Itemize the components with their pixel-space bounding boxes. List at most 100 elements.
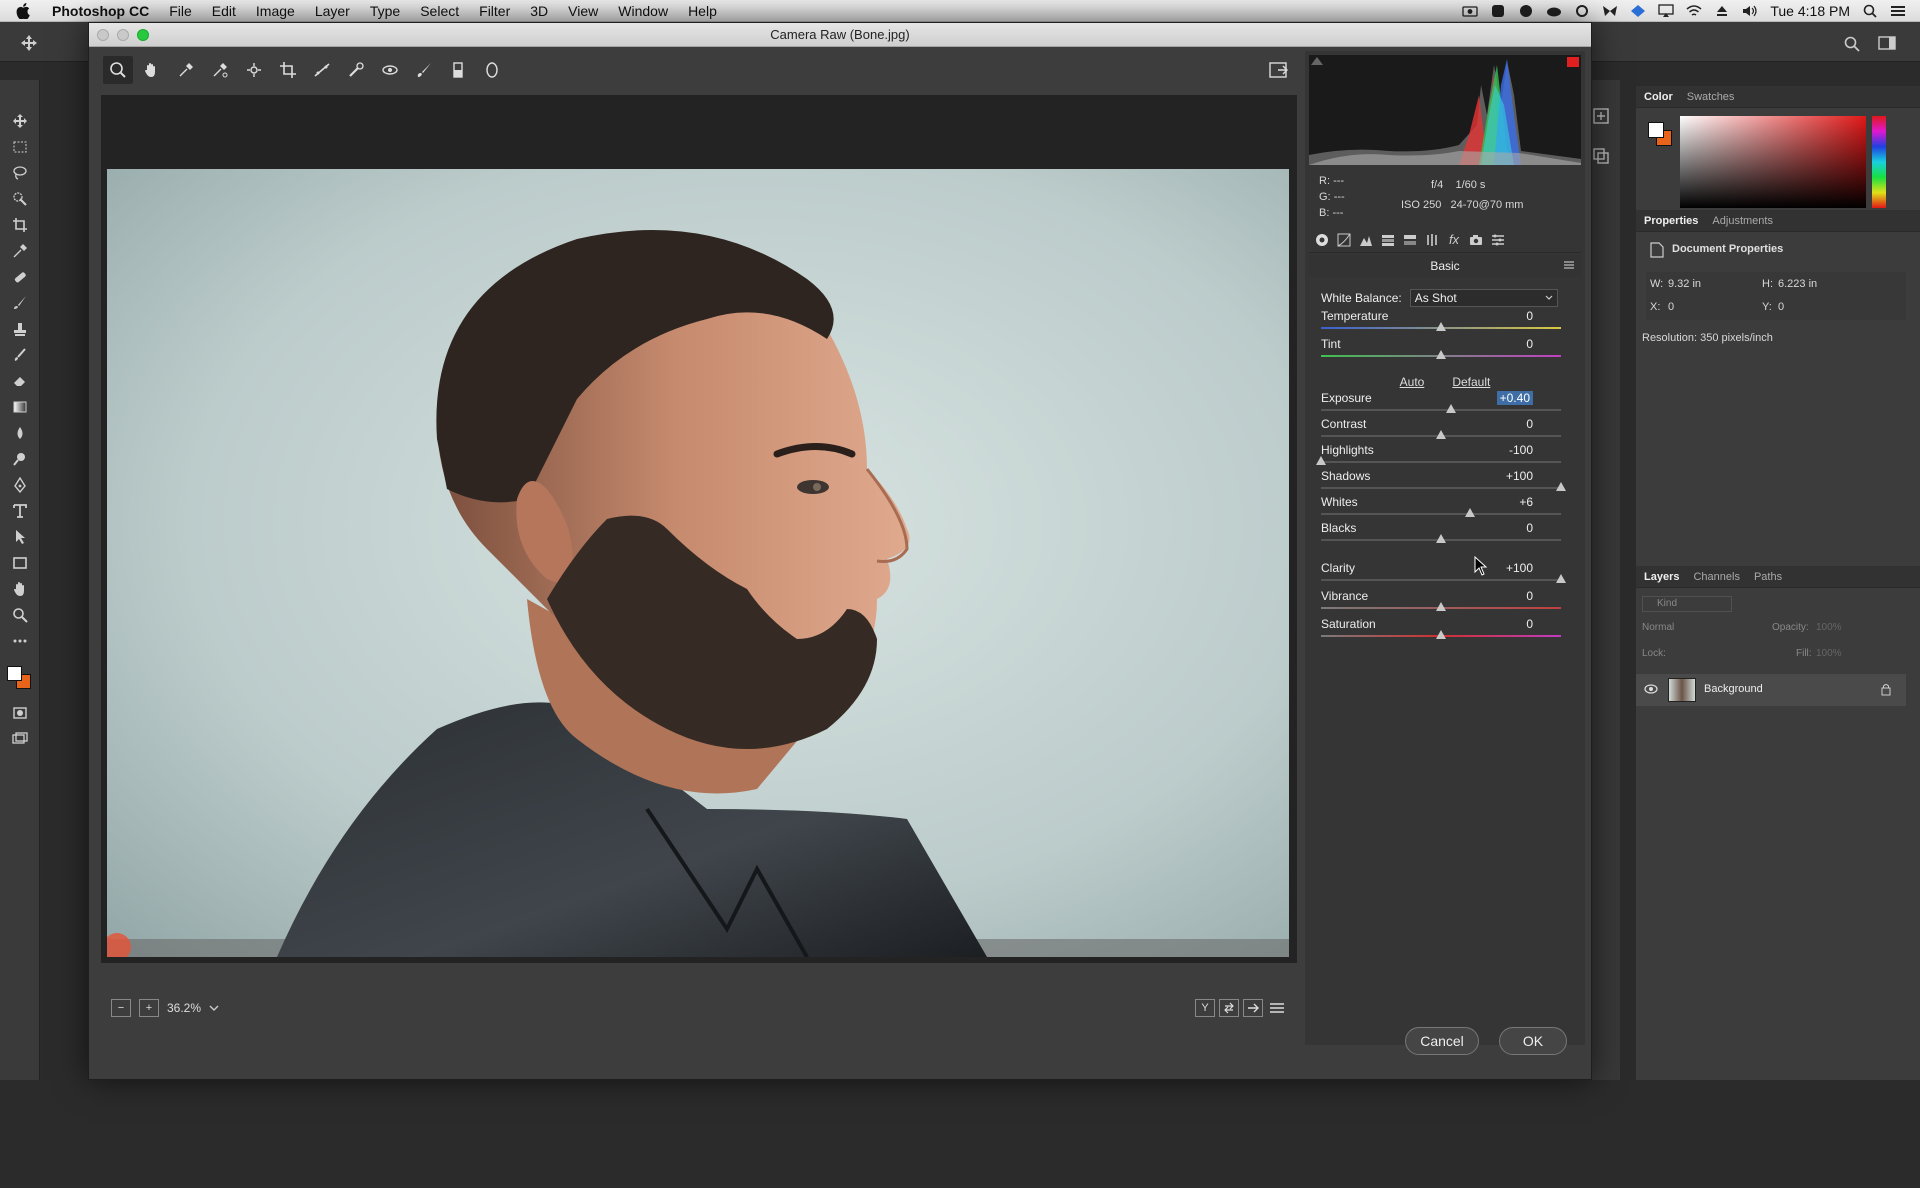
- slider-value[interactable]: +6: [1499, 495, 1533, 509]
- spotlight-icon[interactable]: [1862, 4, 1878, 18]
- extension-icon[interactable]: [1574, 4, 1590, 18]
- adjustment-brush-tool-icon[interactable]: [409, 56, 439, 84]
- workspace-icon[interactable]: [1878, 36, 1896, 50]
- foreground-color-swatch[interactable]: [7, 666, 22, 681]
- dropbox-icon[interactable]: [1630, 4, 1646, 18]
- menu-3d[interactable]: 3D: [520, 3, 558, 19]
- preview-preferences-icon[interactable]: [1267, 999, 1287, 1017]
- menu-window[interactable]: Window: [608, 3, 678, 19]
- clock[interactable]: Tue 4:18 PM: [1770, 3, 1850, 19]
- bg-color-swatch[interactable]: [1648, 122, 1664, 138]
- tab-color[interactable]: Color: [1644, 91, 1673, 103]
- slider-saturation[interactable]: Saturation 0: [1321, 617, 1569, 645]
- slider-track[interactable]: [1321, 513, 1561, 515]
- slider-value[interactable]: +0.40: [1496, 391, 1533, 405]
- eyedropper-tool-icon[interactable]: [0, 238, 40, 264]
- slider-blacks[interactable]: Blacks 0: [1321, 521, 1569, 549]
- targeted-adjustment-tool-icon[interactable]: [239, 56, 269, 84]
- slider-track[interactable]: [1321, 579, 1561, 581]
- panel-menu-icon[interactable]: [1563, 260, 1575, 270]
- menu-select[interactable]: Select: [410, 3, 469, 19]
- slider-clarity[interactable]: Clarity +100: [1321, 561, 1569, 589]
- preview-image[interactable]: [107, 169, 1289, 957]
- slider-whites[interactable]: Whites +6: [1321, 495, 1569, 523]
- zoom-out-icon[interactable]: −: [111, 999, 131, 1017]
- copy-settings-icon[interactable]: [1243, 999, 1263, 1017]
- zoom-window-button[interactable]: [137, 29, 149, 41]
- slider-contrast[interactable]: Contrast 0: [1321, 417, 1569, 445]
- highlight-clipping-indicator[interactable]: [1567, 57, 1579, 67]
- slider-thumb[interactable]: [1556, 574, 1566, 583]
- color-sampler-tool-icon[interactable]: [205, 56, 235, 84]
- ok-button[interactable]: OK: [1499, 1027, 1567, 1055]
- tab-hsl-icon[interactable]: [1379, 231, 1397, 249]
- shadow-clipping-indicator[interactable]: [1311, 57, 1323, 65]
- layer-name[interactable]: Background: [1704, 683, 1763, 695]
- slider-value[interactable]: 0: [1499, 521, 1533, 535]
- app-menu[interactable]: Photoshop CC: [46, 3, 159, 19]
- slider-thumb[interactable]: [1464, 508, 1475, 517]
- eraser-tool-icon[interactable]: [0, 368, 40, 394]
- minimize-window-button[interactable]: [117, 29, 129, 41]
- fill-value[interactable]: 100%: [1816, 648, 1842, 659]
- tab-split-toning-icon[interactable]: [1401, 231, 1419, 249]
- slider-thumb[interactable]: [1556, 482, 1566, 491]
- x-value[interactable]: 0: [1668, 301, 1674, 313]
- history-brush-tool-icon[interactable]: [0, 342, 40, 368]
- spot-removal-tool-icon[interactable]: [341, 56, 371, 84]
- tab-paths[interactable]: Paths: [1754, 571, 1782, 583]
- menu-filter[interactable]: Filter: [469, 3, 520, 19]
- menu-help[interactable]: Help: [678, 3, 727, 19]
- marquee-tool-icon[interactable]: [0, 134, 40, 160]
- layer-filter-kind[interactable]: Kind: [1642, 596, 1732, 612]
- visibility-eye-icon[interactable]: [1644, 684, 1658, 694]
- radial-filter-tool-icon[interactable]: [477, 56, 507, 84]
- slider-thumb[interactable]: [1436, 430, 1446, 439]
- sync-icon[interactable]: [1518, 4, 1534, 18]
- more-tools-icon[interactable]: [0, 628, 40, 654]
- cloud-icon[interactable]: [1546, 4, 1562, 18]
- h-value[interactable]: 6.223 in: [1778, 278, 1817, 290]
- crop-tool-icon[interactable]: [0, 212, 40, 238]
- slider-track[interactable]: [1321, 487, 1561, 489]
- dialog-titlebar[interactable]: Camera Raw (Bone.jpg): [89, 23, 1591, 47]
- close-window-button[interactable]: [97, 29, 109, 41]
- zoom-tool-icon[interactable]: [103, 56, 133, 84]
- before-after-view-icon[interactable]: Y: [1195, 999, 1215, 1017]
- menu-layer[interactable]: Layer: [305, 3, 360, 19]
- tab-effects-icon[interactable]: fx: [1445, 231, 1463, 249]
- slider-value[interactable]: -100: [1499, 443, 1533, 457]
- slider-value[interactable]: 0: [1499, 309, 1533, 323]
- tab-channels[interactable]: Channels: [1693, 571, 1739, 583]
- tab-properties[interactable]: Properties: [1644, 215, 1698, 227]
- slider-value[interactable]: +100: [1499, 469, 1533, 483]
- screen-capture-icon[interactable]: [1462, 4, 1479, 18]
- color-field[interactable]: [1680, 116, 1866, 208]
- slider-value[interactable]: 0: [1499, 617, 1533, 631]
- rectangle-tool-icon[interactable]: [0, 550, 40, 576]
- slider-tint[interactable]: Tint 0: [1321, 337, 1569, 365]
- path-select-tool-icon[interactable]: [0, 524, 40, 550]
- graduated-filter-tool-icon[interactable]: [443, 56, 473, 84]
- type-tool-icon[interactable]: [0, 498, 40, 524]
- notification-center-icon[interactable]: [1890, 4, 1906, 18]
- zoom-in-icon[interactable]: +: [139, 999, 159, 1017]
- lasso-tool-icon[interactable]: [0, 160, 40, 186]
- blend-mode-select[interactable]: Normal: [1642, 622, 1752, 638]
- slider-thumb[interactable]: [1436, 630, 1446, 639]
- straighten-tool-icon[interactable]: [307, 56, 337, 84]
- fg-bg-color-swatches[interactable]: [0, 654, 40, 700]
- slider-value[interactable]: 0: [1499, 589, 1533, 603]
- tab-detail-icon[interactable]: [1357, 231, 1375, 249]
- opacity-value[interactable]: 100%: [1816, 622, 1842, 633]
- clone-stamp-tool-icon[interactable]: [0, 316, 40, 342]
- volume-icon[interactable]: [1742, 4, 1758, 18]
- tab-camera-calibration-icon[interactable]: [1467, 231, 1485, 249]
- slider-temperature[interactable]: Temperature 0: [1321, 309, 1569, 337]
- tab-layers[interactable]: Layers: [1644, 571, 1679, 583]
- move-tool-icon[interactable]: [20, 34, 38, 52]
- swap-before-after-icon[interactable]: [1219, 999, 1239, 1017]
- tab-tone-curve-icon[interactable]: [1335, 231, 1353, 249]
- tab-basic-icon[interactable]: [1313, 231, 1331, 249]
- healing-brush-tool-icon[interactable]: [0, 264, 40, 290]
